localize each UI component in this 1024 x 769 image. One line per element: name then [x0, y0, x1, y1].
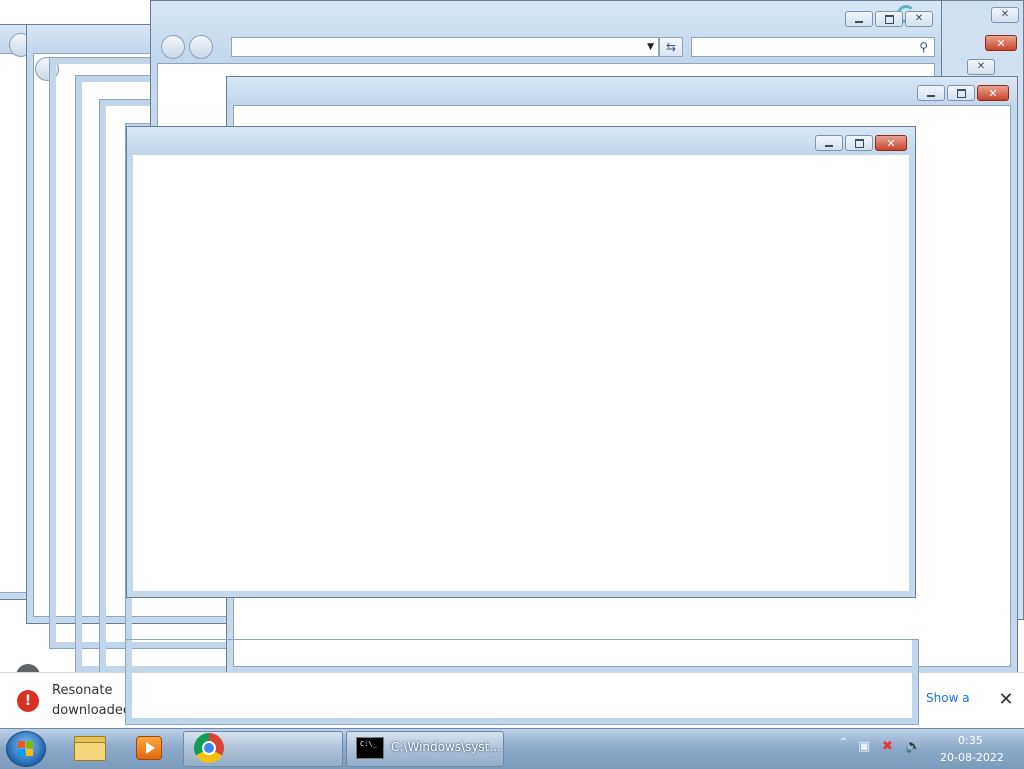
close-button[interactable]: ✕: [985, 35, 1017, 51]
close-icon: ✕: [988, 86, 998, 100]
media-player-icon: [136, 736, 162, 760]
show-all-button[interactable]: Show a: [926, 691, 970, 705]
window-title-bar[interactable]: [127, 127, 915, 155]
back-button[interactable]: [161, 35, 185, 59]
search-input[interactable]: ⚲: [691, 37, 935, 57]
error-icon: !: [17, 690, 39, 712]
minimize-button[interactable]: [917, 85, 945, 101]
volume-icon[interactable]: 🔊: [905, 739, 921, 754]
download-item-name[interactable]: Resonate: [52, 683, 112, 698]
close-button[interactable]: ✕: [977, 85, 1009, 101]
start-button[interactable]: [6, 731, 46, 767]
window-title-bar[interactable]: [227, 77, 1017, 105]
close-button[interactable]: ✕: [991, 7, 1019, 23]
close-icon: ✕: [886, 136, 896, 150]
minimize-button[interactable]: [815, 135, 843, 151]
close-icon: ✕: [1000, 9, 1010, 20]
action-center-icon[interactable]: ▣: [858, 739, 870, 754]
maximize-icon: [854, 138, 864, 148]
close-icon[interactable]: ✕: [996, 689, 1016, 710]
close-button[interactable]: ✕: [905, 11, 933, 27]
maximize-button[interactable]: [947, 85, 975, 101]
close-icon: ✕: [976, 61, 986, 72]
maximize-icon: [956, 88, 966, 98]
close-button[interactable]: ✕: [875, 135, 907, 151]
desktop: ✕ ✕ ✕ ✕ ▼ ⇆ ⚲ ✕ ✕: [0, 0, 1024, 728]
close-icon: ✕: [914, 13, 924, 24]
chrome-icon: [194, 733, 224, 763]
folder-icon: [74, 734, 106, 761]
clock-time[interactable]: 0:35: [958, 734, 983, 747]
maximize-icon: [884, 14, 894, 24]
refresh-button[interactable]: ⇆: [659, 37, 683, 57]
minimize-icon: [855, 20, 863, 23]
minimize-icon: [825, 144, 833, 147]
window-dialog: ✕: [126, 126, 916, 598]
minimize-button[interactable]: [845, 11, 873, 27]
network-icon[interactable]: ✖: [882, 739, 893, 754]
refresh-icon: ⇆: [665, 40, 677, 54]
close-button[interactable]: ✕: [967, 59, 995, 75]
show-hidden-icons-button[interactable]: ⌃: [838, 736, 849, 751]
download-item-status: downloaded: [52, 703, 132, 718]
windows-logo-icon: [18, 741, 34, 757]
taskbar-cmd-label: C:\Windows\syst...: [391, 740, 501, 754]
cmd-icon: C:\_: [356, 737, 384, 759]
search-icon: ⚲: [919, 40, 928, 54]
close-icon: ✕: [996, 36, 1006, 50]
forward-button[interactable]: [189, 35, 213, 59]
maximize-button[interactable]: [875, 11, 903, 27]
chevron-down-icon[interactable]: ▼: [647, 42, 654, 52]
clock-date[interactable]: 20-08-2022: [940, 751, 1004, 764]
maximize-button[interactable]: [845, 135, 873, 151]
minimize-icon: [927, 94, 935, 97]
window-client-area: [133, 155, 909, 591]
address-bar[interactable]: ▼: [231, 37, 659, 57]
window-ghost-bottom: [125, 639, 919, 725]
